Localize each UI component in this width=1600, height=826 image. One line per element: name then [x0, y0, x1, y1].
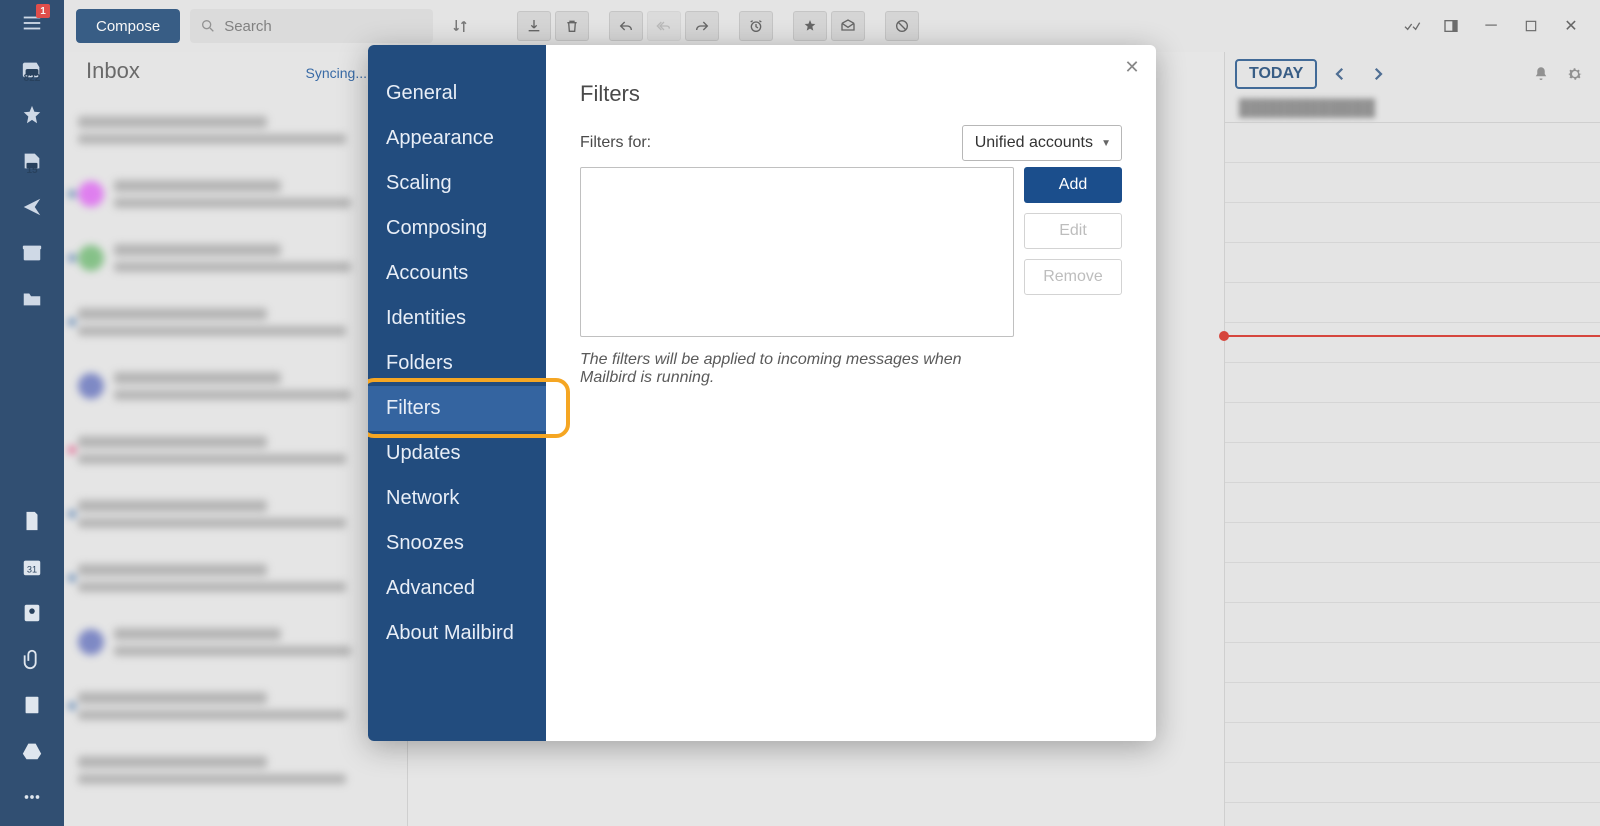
settings-nav-appearance[interactable]: Appearance — [368, 116, 546, 161]
filters-listbox[interactable] — [580, 167, 1014, 337]
settings-nav-composing[interactable]: Composing — [368, 206, 546, 251]
filters-for-label: Filters for: — [580, 134, 651, 152]
settings-nav-network[interactable]: Network — [368, 476, 546, 521]
settings-title: Filters — [580, 81, 1122, 107]
settings-modal: ✕ GeneralAppearanceScalingComposingAccou… — [368, 45, 1156, 741]
settings-nav-snoozes[interactable]: Snoozes — [368, 521, 546, 566]
settings-body: Filters Filters for: Unified accounts Ad… — [546, 45, 1156, 741]
account-dropdown[interactable]: Unified accounts — [962, 125, 1122, 161]
settings-nav-folders[interactable]: Folders — [368, 341, 546, 386]
filters-note: The filters will be applied to incoming … — [580, 351, 1010, 387]
settings-nav-general[interactable]: General — [368, 71, 546, 116]
settings-nav-identities[interactable]: Identities — [368, 296, 546, 341]
settings-nav-about-mailbird[interactable]: About Mailbird — [368, 611, 546, 656]
settings-nav-filters[interactable]: Filters — [368, 386, 546, 431]
settings-sidebar: GeneralAppearanceScalingComposingAccount… — [368, 45, 546, 741]
settings-nav-advanced[interactable]: Advanced — [368, 566, 546, 611]
close-icon[interactable]: ✕ — [1120, 55, 1144, 79]
settings-nav-accounts[interactable]: Accounts — [368, 251, 546, 296]
settings-nav-updates[interactable]: Updates — [368, 431, 546, 476]
add-button[interactable]: Add — [1024, 167, 1122, 203]
settings-nav-scaling[interactable]: Scaling — [368, 161, 546, 206]
remove-button: Remove — [1024, 259, 1122, 295]
edit-button: Edit — [1024, 213, 1122, 249]
